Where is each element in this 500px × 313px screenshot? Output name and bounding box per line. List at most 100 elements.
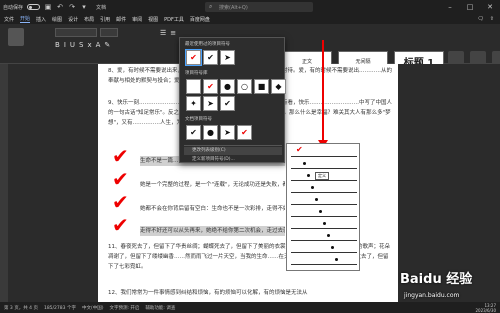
- tab-home[interactable]: 开始: [20, 15, 31, 23]
- bullet-option-check[interactable]: ✔: [203, 50, 218, 65]
- list-level-4[interactable]: [291, 184, 357, 193]
- undo-icon[interactable]: ↶: [56, 3, 64, 11]
- tab-design[interactable]: 设计: [68, 16, 78, 23]
- close-icon[interactable]: ✕: [480, 0, 500, 14]
- define-new-bullet-item[interactable]: 定义新项目符号(D)...: [192, 156, 235, 162]
- annotation-arrow: [322, 40, 324, 144]
- document-bullets-heading: 文档项目符号: [185, 117, 212, 122]
- font-color-icon[interactable]: A: [96, 41, 101, 49]
- page-count[interactable]: 第 3 页，共 4 页: [4, 305, 38, 311]
- bullet-option-red-check[interactable]: ✔: [185, 49, 202, 66]
- list-level-10[interactable]: [291, 256, 357, 265]
- accessibility-status[interactable]: 辅助功能: 调查: [145, 305, 175, 311]
- highlight-icon[interactable]: ✎: [104, 41, 110, 49]
- bullet-option-check[interactable]: ✔: [220, 96, 235, 111]
- save-icon[interactable]: ▣: [44, 3, 52, 11]
- tab-insert[interactable]: 插入: [36, 16, 46, 23]
- bullet-option-square[interactable]: ■: [254, 79, 269, 94]
- list-level-9[interactable]: [291, 244, 357, 253]
- minimize-icon[interactable]: –: [440, 0, 460, 14]
- bullet-dot-icon: [335, 258, 338, 261]
- paste-icon[interactable]: [8, 28, 24, 46]
- red-check-icon: ✔: [296, 145, 303, 154]
- tab-view[interactable]: 视图: [148, 16, 158, 23]
- bullet-option-star[interactable]: ✦: [186, 96, 201, 111]
- watermark-url: jingyan.baidu.com: [404, 292, 460, 299]
- bullet-option-red-check[interactable]: ✔: [237, 125, 252, 140]
- title-bar: 自动保存 ▣ ↶ ↷ ▾ 文档 ⌕ 搜索(Alt+Q) – □ ✕: [0, 0, 500, 14]
- list-line-3[interactable]: 她都不会在你背后留有空白：生命也不是一次彩排，走得不好还可以从头再来，: [140, 204, 285, 214]
- tab-mailings[interactable]: 邮件: [116, 16, 126, 23]
- recent-bullets-heading: 最近使用过的项目符号: [185, 42, 230, 47]
- list-level-1[interactable]: ✔: [291, 145, 357, 157]
- list-level-6[interactable]: [291, 208, 357, 217]
- bullet-dot-icon: [315, 198, 318, 201]
- bullet-library-heading: 项目符号库: [185, 71, 208, 76]
- list-level-8[interactable]: [291, 232, 357, 241]
- bullet-option-red-check[interactable]: ✔: [203, 79, 218, 94]
- strikethrough-icon[interactable]: S: [79, 41, 83, 49]
- subscript-icon[interactable]: x: [87, 41, 91, 49]
- bullet-option-arrowhead[interactable]: ➤: [220, 50, 235, 65]
- text-prediction-status[interactable]: 文字预测: 开启: [109, 305, 139, 311]
- bullet-option-dot[interactable]: ●: [220, 79, 235, 94]
- underline-icon[interactable]: U: [70, 41, 75, 49]
- clock-date: 2023/6/30: [475, 308, 496, 313]
- bullet-library-dropdown: 最近使用过的项目符号 ✔ ✔ ➤ 项目符号库 ✔ ● ○ ■ ◆ ✦ ➤ ✔ 文…: [179, 37, 286, 163]
- bullet-option-check[interactable]: ✔: [186, 125, 201, 140]
- font-name-select[interactable]: [55, 28, 97, 37]
- list-level-7[interactable]: [291, 220, 357, 229]
- system-clock: 13:27 2023/6/30: [475, 303, 496, 313]
- bullets-icon[interactable]: ☰: [160, 29, 166, 37]
- tab-review[interactable]: 审阅: [132, 16, 142, 23]
- autosave-label: 自动保存: [3, 4, 24, 11]
- tab-pdf-tools[interactable]: PDF工具: [164, 16, 184, 23]
- bullet-dot-icon: [303, 162, 306, 165]
- menu-divider: [184, 145, 282, 146]
- search-icon: ⌕: [209, 3, 213, 10]
- search-box[interactable]: ⌕ 搜索(Alt+Q): [205, 2, 313, 12]
- red-check-icon: ✔: [112, 144, 129, 168]
- font-size-select[interactable]: [100, 28, 118, 37]
- bullet-option-diamond[interactable]: ◆: [271, 79, 286, 94]
- share-icon[interactable]: ⇪: [490, 16, 494, 22]
- bullet-dot-icon: [319, 210, 322, 213]
- search-input[interactable]: 搜索(Alt+Q): [219, 4, 248, 11]
- list-level-submenu: ✔ 定义: [286, 143, 360, 271]
- bullet-option-arrowhead[interactable]: ➤: [203, 96, 218, 111]
- document-title: 文档: [96, 4, 107, 11]
- status-bar: 第 3 页，共 4 页 185/2783 个字 中文(中国) 文字预测: 开启 …: [0, 302, 500, 313]
- list-line-4[interactable]: 走得不好还可以从头再来，她绝不给你第二次机会，走过去就无法回头。: [140, 226, 285, 236]
- bullet-option-none[interactable]: [186, 79, 201, 94]
- language-indicator[interactable]: 中文(中国): [82, 305, 104, 311]
- italic-icon[interactable]: I: [64, 41, 66, 49]
- customize-quick-access-icon[interactable]: ▾: [80, 3, 88, 11]
- bullet-dot-icon: [307, 174, 310, 177]
- tab-references[interactable]: 引用: [100, 16, 110, 23]
- list-level-2[interactable]: [291, 160, 357, 169]
- autosave-toggle[interactable]: [27, 4, 41, 10]
- tooltip: 定义: [315, 172, 329, 180]
- change-list-level-item[interactable]: 更改列表级别(C): [184, 147, 282, 155]
- maximize-icon[interactable]: □: [460, 0, 480, 14]
- bullet-option-dot[interactable]: ●: [203, 125, 218, 140]
- word-count[interactable]: 185/2783 个字: [44, 305, 76, 311]
- tab-draw[interactable]: 绘图: [52, 16, 62, 23]
- vertical-ruler: [0, 64, 8, 302]
- numbering-icon[interactable]: ≡: [170, 29, 176, 37]
- list-line-2[interactable]: 她是一个完整的过程，是一个"连载"，无论成功还是失败，都不可以……: [140, 180, 285, 190]
- bullet-dot-icon: [323, 222, 326, 225]
- bullet-option-arrowhead[interactable]: ➤: [220, 125, 235, 140]
- redo-icon[interactable]: ↷: [68, 3, 76, 11]
- tab-layout[interactable]: 布局: [84, 16, 94, 23]
- paragraph-12[interactable]: 12、我们常常为一件事情感到纠结和烦恼，有的烦恼可以化解，有的烦恼是无法从: [108, 288, 393, 298]
- comment-icon[interactable]: 🗨: [477, 16, 483, 22]
- bold-icon[interactable]: B: [55, 41, 60, 49]
- list-level-5[interactable]: [291, 196, 357, 205]
- tab-file[interactable]: 文件: [4, 16, 14, 23]
- bullet-option-circle[interactable]: ○: [237, 79, 252, 94]
- baidu-paw-logo: [382, 268, 398, 284]
- red-check-icon: ✔: [112, 190, 129, 214]
- tab-baidu-netdisk[interactable]: 百度网盘: [190, 16, 210, 23]
- red-check-icon: ✔: [112, 213, 129, 237]
